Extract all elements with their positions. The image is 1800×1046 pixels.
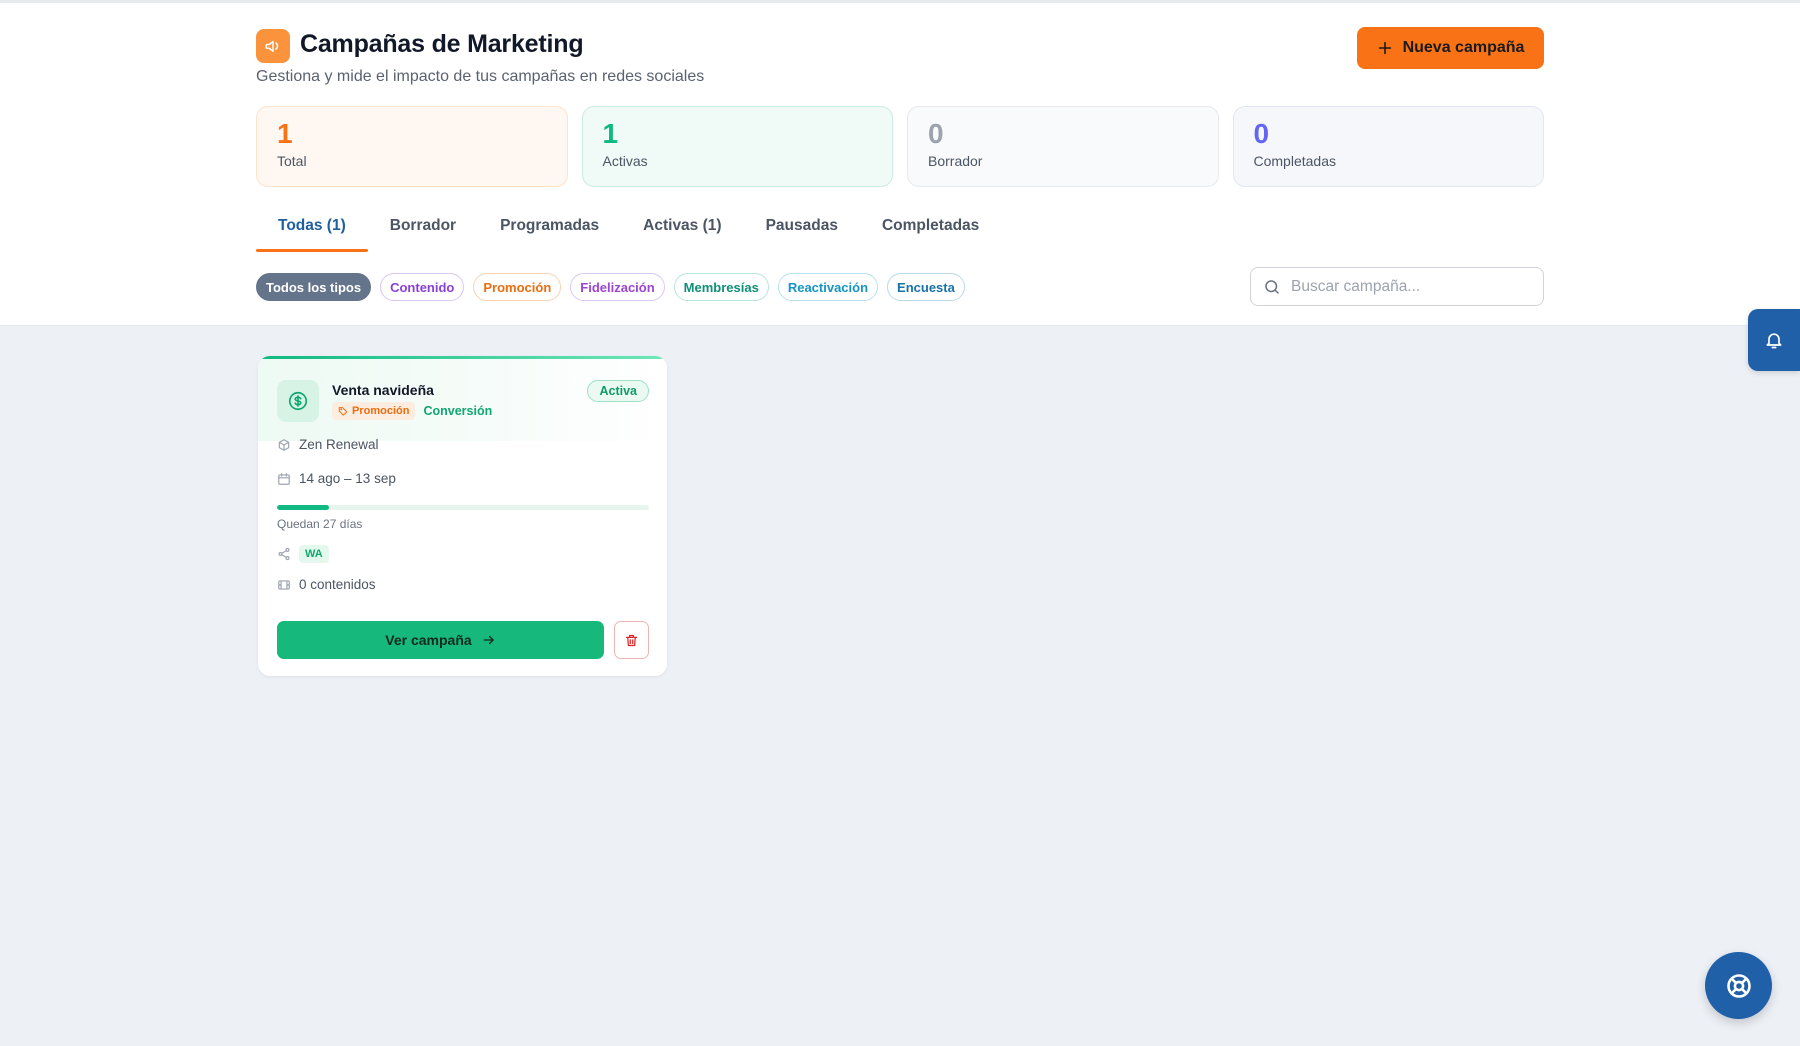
campaign-dates-row: 14 ago – 13 sep [277, 471, 396, 486]
tab-all[interactable]: Todas (1) [256, 209, 368, 252]
stats-row: 1 Total 1 Activas 0 Borrador 0 Completad… [256, 106, 1544, 187]
search-box [1250, 267, 1544, 306]
box-icon [278, 438, 290, 451]
page-header: Campañas de Marketing Gestiona y mide el… [256, 27, 1544, 87]
tag-icon [338, 407, 348, 416]
progress-fill [277, 505, 330, 510]
stat-label: Total [277, 152, 307, 169]
filter-chip-survey[interactable]: Encuesta [887, 273, 965, 301]
dollar-circle-icon [277, 380, 319, 422]
campaign-progress-bar [277, 505, 649, 510]
film-icon [278, 579, 290, 590]
trash-icon [625, 634, 638, 646]
delete-campaign-button[interactable] [614, 621, 649, 659]
tab-draft[interactable]: Borrador [368, 209, 478, 249]
filter-chip-memberships[interactable]: Membresías [673, 273, 769, 301]
filter-chip-content[interactable]: Contenido [380, 273, 465, 301]
campaign-brand-row: Zen Renewal [277, 437, 379, 452]
campaign-brand: Zen Renewal [299, 437, 379, 452]
page-title: Campañas de Marketing [300, 30, 584, 58]
filter-chip-all[interactable]: Todos los tipos [256, 273, 372, 301]
stat-card-completed: 0 Completadas [1232, 106, 1544, 187]
new-campaign-label: Nueva campaña [1402, 39, 1525, 56]
status-badge: Activa [587, 380, 649, 402]
status-tabs: Todas (1) Borrador Programadas Activas (… [256, 209, 1001, 252]
search-icon [1265, 279, 1279, 294]
arrow-right-icon [483, 635, 494, 645]
bell-icon [1766, 333, 1782, 349]
stat-value: 1 [602, 118, 619, 149]
campaign-goal: Conversión [423, 404, 493, 418]
stat-value: 1 [277, 118, 293, 149]
stat-card-draft: 0 Borrador [907, 106, 1219, 187]
campaign-type-tag: Promoción [332, 402, 416, 420]
stat-label: Completadas [1253, 152, 1337, 169]
stat-card-total: 1 Total [256, 106, 568, 187]
tab-completed[interactable]: Completadas [860, 209, 1001, 249]
view-campaign-button[interactable]: Ver campaña [277, 621, 604, 659]
view-campaign-label: Ver campaña [385, 632, 472, 648]
filter-chip-loyalty[interactable]: Fidelización [570, 273, 665, 301]
filter-chip-reactivation[interactable]: Reactivación [777, 273, 879, 301]
filter-chip-promotion[interactable]: Promoción [473, 273, 562, 301]
content-count: 0 contenidos [299, 577, 376, 592]
share-icon [278, 547, 290, 561]
type-filter-chips: Todos los tipos Contenido Promoción Fide… [256, 273, 965, 301]
tab-scheduled[interactable]: Programadas [478, 209, 621, 249]
calendar-icon [278, 472, 290, 485]
new-campaign-button[interactable]: Nueva campaña [1357, 27, 1544, 69]
tab-active[interactable]: Activas (1) [621, 209, 743, 249]
lifebuoy-icon [1726, 973, 1751, 998]
stat-value: 0 [1253, 118, 1270, 149]
stat-label: Activas [602, 152, 648, 169]
campaign-content-row: 0 contenidos [277, 577, 376, 592]
campaign-tags: Promoción Conversión [332, 402, 492, 420]
tab-paused[interactable]: Pausadas [744, 209, 860, 249]
top-panel: Campañas de Marketing Gestiona y mide el… [0, 0, 1800, 326]
campaign-channels-row: WA [277, 545, 329, 563]
campaign-dates: 14 ago – 13 sep [299, 471, 396, 486]
campaign-card[interactable]: Venta navideña Promoción Conversión Acti… [258, 356, 667, 676]
stat-label: Borrador [928, 152, 983, 169]
campaign-type-label: Promoción [352, 405, 410, 417]
days-left: Quedan 27 días [277, 517, 363, 531]
stat-value: 0 [928, 118, 944, 149]
notifications-button[interactable] [1748, 309, 1800, 371]
megaphone-icon [256, 29, 290, 63]
stat-card-active: 1 Activas [581, 106, 893, 187]
campaign-title: Venta navideña [332, 382, 434, 398]
plus-icon [1378, 41, 1391, 55]
channel-badge: WA [299, 545, 329, 563]
help-button[interactable] [1705, 952, 1772, 1019]
page-subtitle: Gestiona y mide el impacto de tus campañ… [256, 68, 705, 85]
search-input[interactable] [1291, 277, 1521, 296]
